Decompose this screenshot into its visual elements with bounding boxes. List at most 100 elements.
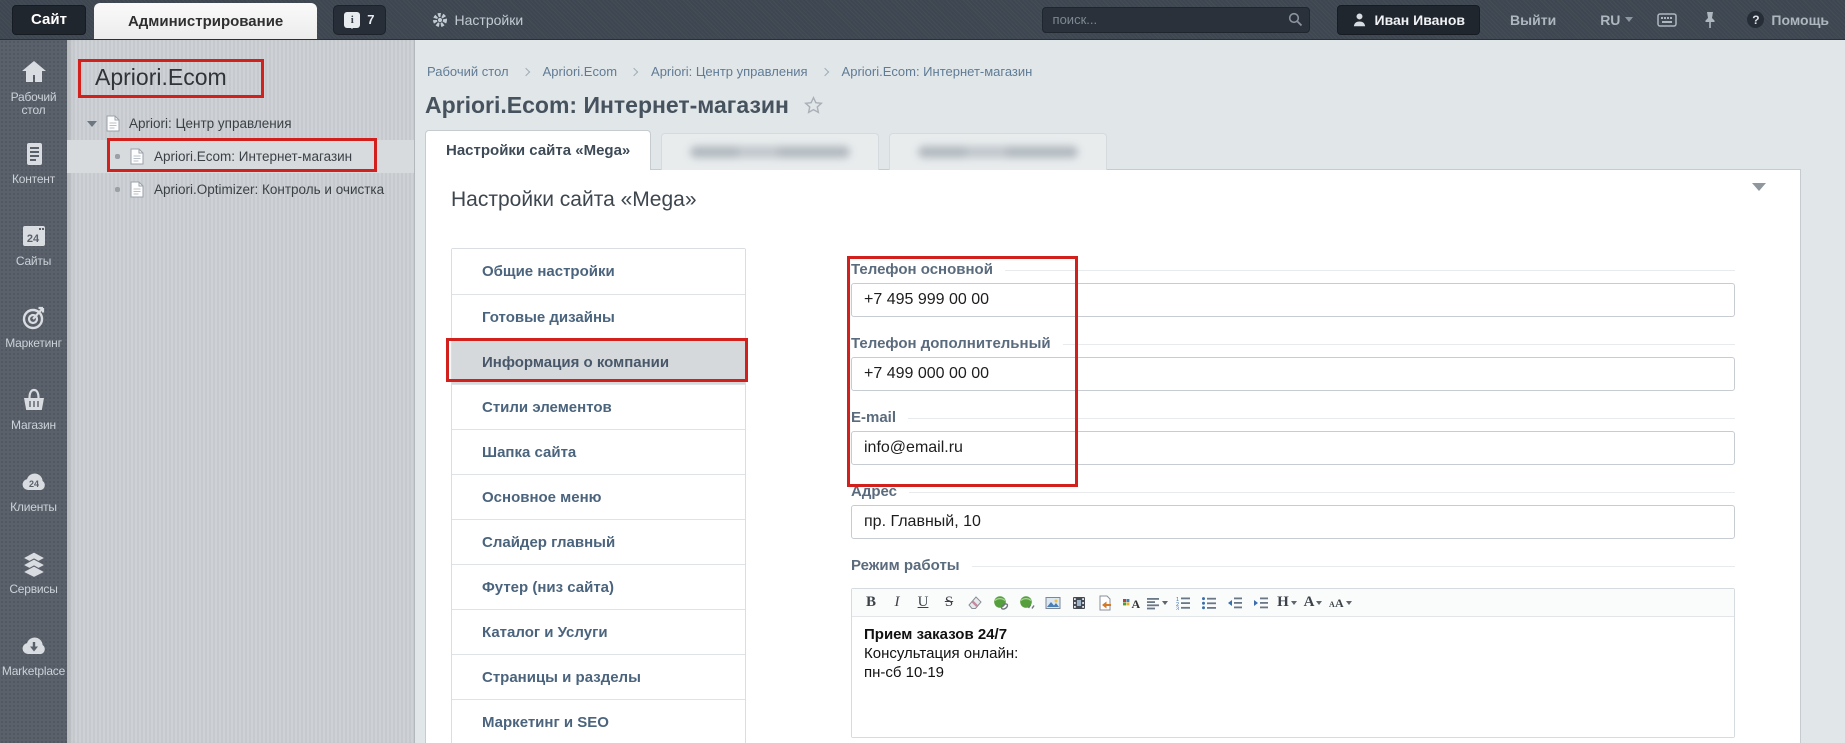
tree-item-internet-shop[interactable]: Apriori.Ecom: Интернет-магазин <box>67 140 414 173</box>
favorite-star-icon[interactable] <box>803 95 824 116</box>
insert-link-button[interactable] <box>990 592 1012 614</box>
menu-item-catalog-services[interactable]: Каталог и Услуги <box>452 609 745 654</box>
page-arrow-icon <box>1099 595 1111 610</box>
unordered-list-button[interactable] <box>1198 592 1220 614</box>
text-case-icon: A A <box>1329 596 1344 610</box>
sidebar-item-content[interactable]: Контент <box>0 134 67 216</box>
sidebar-item-desktop[interactable]: Рабочий стол <box>0 52 67 134</box>
field-label-address: Адрес <box>851 482 1735 501</box>
indent-button[interactable] <box>1250 592 1272 614</box>
menu-item-company-info[interactable]: Информация о компании <box>452 339 745 384</box>
language-selector[interactable]: RU <box>1600 12 1634 28</box>
store-icon <box>23 388 44 410</box>
chevron-down-icon <box>1162 600 1168 605</box>
ordered-list-button[interactable]: 123 <box>1172 592 1194 614</box>
settings-menu: Общие настройки Готовые дизайны Информац… <box>451 248 746 743</box>
sidebar-item-label: Рабочий стол <box>10 90 57 117</box>
heading-button[interactable]: H <box>1276 592 1298 614</box>
tab-label: Настройки сайта «Mega» <box>446 142 631 159</box>
notifications-button[interactable]: i 7 <box>333 4 386 35</box>
text-case-button[interactable]: A A <box>1328 592 1352 614</box>
email-input[interactable] <box>851 431 1735 465</box>
underline-button[interactable]: U <box>912 592 934 614</box>
top-bar: Сайт Администрирование i 7 Настройки пои… <box>0 0 1845 40</box>
tree-item-control-center[interactable]: Apriori: Центр управления <box>67 107 414 140</box>
marketing-icon <box>22 306 44 330</box>
editor-content[interactable]: Прием заказов 24/7 Консультация онлайн: … <box>852 617 1734 737</box>
menu-item-designs[interactable]: Готовые дизайны <box>452 294 745 339</box>
tab-blurred-1[interactable] <box>661 133 880 170</box>
menu-item-pages-sections[interactable]: Страницы и разделы <box>452 654 745 699</box>
insert-snippet-button[interactable] <box>1094 592 1116 614</box>
insert-video-button[interactable] <box>1068 592 1090 614</box>
page-title: Apriori.Ecom: Интернет-магазин <box>425 92 789 118</box>
font-size-button[interactable]: A <box>1302 592 1324 614</box>
sidebar-item-marketplace[interactable]: Marketplace <box>0 626 67 708</box>
document-icon <box>130 181 144 198</box>
help-link[interactable]: ? Помощь <box>1747 11 1829 28</box>
sidebar-item-clients[interactable]: 24 Клиенты <box>0 462 67 544</box>
left-icon-rail: Рабочий стол Контент 24 Сайты Маркетинг … <box>0 40 67 743</box>
breadcrumb-item[interactable]: Apriori.Ecom <box>543 64 617 79</box>
menu-item-element-styles[interactable]: Стили элементов <box>452 384 745 429</box>
menu-item-general[interactable]: Общие настройки <box>452 249 745 294</box>
remove-link-button[interactable] <box>1016 592 1038 614</box>
logout-link[interactable]: Выйти <box>1510 12 1556 28</box>
services-icon <box>21 551 46 578</box>
menu-item-marketing-seo[interactable]: Маркетинг и SEO <box>452 699 745 743</box>
bold-button[interactable]: B <box>860 592 882 614</box>
tab-site-settings-mega[interactable]: Настройки сайта «Mega» <box>425 130 652 170</box>
menu-item-main-menu[interactable]: Основное меню <box>452 474 745 519</box>
align-left-icon <box>1147 597 1159 609</box>
tree-item-optimizer[interactable]: Apriori.Optimizer: Контроль и очистка <box>67 173 414 206</box>
svg-text:3: 3 <box>1176 606 1179 610</box>
breadcrumb-item[interactable]: Apriori.Ecom: Интернет-магазин <box>842 64 1033 79</box>
settings-label: Настройки <box>454 11 524 28</box>
phone-extra-input[interactable] <box>851 357 1735 391</box>
menu-item-site-header[interactable]: Шапка сайта <box>452 429 745 474</box>
user-name: Иван Иванов <box>1374 11 1466 28</box>
gear-icon <box>432 12 447 27</box>
chevron-down-icon <box>1316 600 1323 605</box>
align-button[interactable] <box>1146 592 1168 614</box>
phone-main-input[interactable] <box>851 283 1735 317</box>
blurred-text <box>690 146 851 158</box>
user-button[interactable]: Иван Иванов <box>1336 4 1481 35</box>
menu-item-footer[interactable]: Футер (низ сайта) <box>452 564 745 609</box>
address-input[interactable] <box>851 505 1735 539</box>
chevron-right-icon <box>521 67 530 76</box>
insert-image-button[interactable] <box>1042 592 1064 614</box>
main-area: Рабочий стол Apriori.Ecom Apriori: Центр… <box>415 40 1845 743</box>
tab-site[interactable]: Сайт <box>12 4 86 35</box>
sidebar-item-marketing[interactable]: Маркетинг <box>0 298 67 380</box>
field-label-phone-extra: Телефон дополнительный <box>851 334 1735 353</box>
font-color-button[interactable]: A <box>1120 592 1142 614</box>
sidebar-item-services[interactable]: Сервисы <box>0 544 67 626</box>
tab-administration[interactable]: Администрирование <box>93 3 318 39</box>
question-icon: ? <box>1747 11 1765 28</box>
breadcrumb-item[interactable]: Рабочий стол <box>427 64 509 79</box>
sites-icon: 24 <box>22 226 45 246</box>
editor-line: Консультация онлайн: <box>864 645 1019 662</box>
settings-button[interactable]: Настройки <box>432 11 524 28</box>
collapse-arrow-icon[interactable] <box>1748 183 1770 213</box>
keyboard-icon[interactable] <box>1657 12 1678 28</box>
info-bubble-icon: i <box>344 11 361 29</box>
film-icon <box>1073 596 1085 609</box>
expand-arrow-icon[interactable] <box>87 120 97 127</box>
marketplace-icon <box>22 637 45 654</box>
italic-button[interactable]: I <box>886 592 908 614</box>
tab-blurred-2[interactable] <box>889 133 1108 170</box>
outdent-button[interactable] <box>1224 592 1246 614</box>
search-input[interactable] <box>1041 6 1310 33</box>
indent-icon <box>1254 597 1268 608</box>
remove-format-button[interactable] <box>964 592 986 614</box>
breadcrumb-item[interactable]: Apriori: Центр управления <box>651 64 808 79</box>
editor-line: Прием заказов 24/7 <box>864 626 1008 643</box>
strikethrough-button[interactable]: S <box>938 592 960 614</box>
pin-icon[interactable] <box>1703 11 1717 29</box>
breadcrumb: Рабочий стол Apriori.Ecom Apriori: Центр… <box>427 64 1801 79</box>
menu-item-main-slider[interactable]: Слайдер главный <box>452 519 745 564</box>
sidebar-item-sites[interactable]: 24 Сайты <box>0 216 67 298</box>
sidebar-item-store[interactable]: Магазин <box>0 380 67 462</box>
